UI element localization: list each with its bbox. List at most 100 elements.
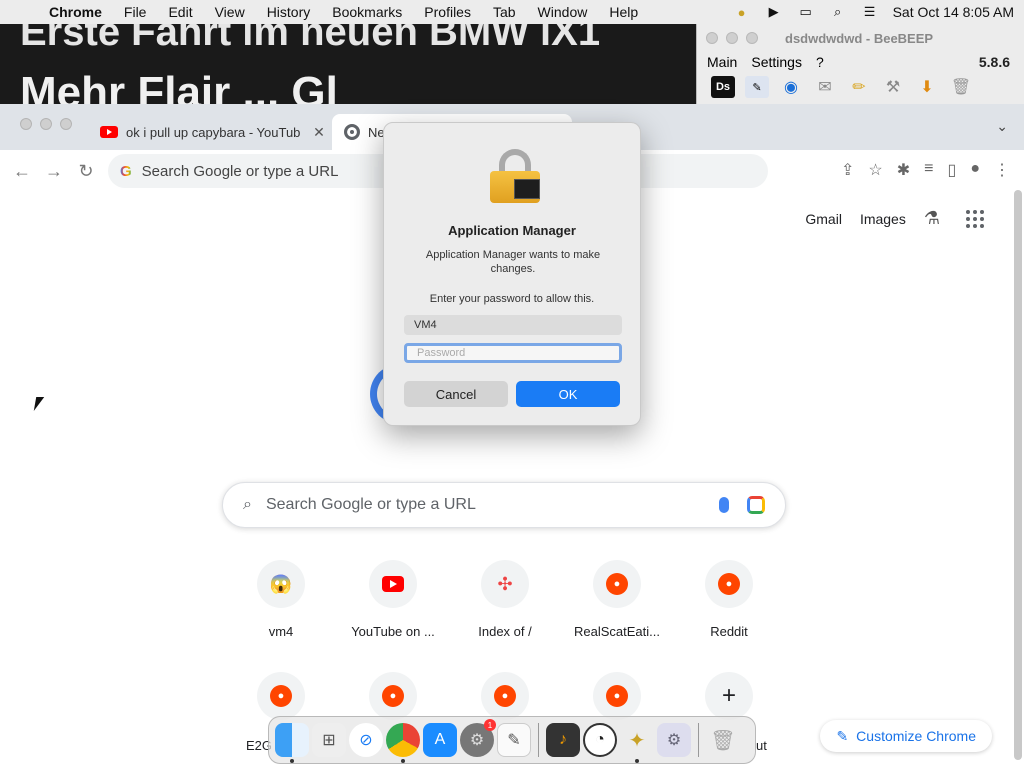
- menu-profiles[interactable]: Profiles: [413, 4, 482, 20]
- omnibox-placeholder: Search Google or type a URL: [141, 162, 339, 180]
- ntp-search-box[interactable]: ⌕ Search Google or type a URL: [222, 482, 786, 528]
- forward-button[interactable]: →: [38, 161, 70, 182]
- vm4-icon: 😱: [257, 560, 305, 608]
- zoom-window-button[interactable]: [746, 32, 758, 44]
- google-apps-icon[interactable]: [966, 209, 984, 228]
- shortcuts-row-2: ● ● ● ● +: [225, 672, 785, 720]
- shortcut-tile[interactable]: ●: [561, 672, 673, 720]
- shortcut-label: vm4: [268, 624, 294, 639]
- username-field[interactable]: VM4: [404, 315, 622, 335]
- tab-title: ok i pull up capybara - YouTub: [126, 124, 301, 140]
- beebeep-menu: Main Settings ? 5.8.6: [697, 52, 1024, 72]
- shortcut-tile[interactable]: ●: [337, 672, 449, 720]
- trash-icon[interactable]: 🗑: [949, 76, 973, 98]
- pencil-icon[interactable]: ✏: [847, 76, 871, 98]
- voice-search-icon[interactable]: [719, 497, 729, 513]
- lock-icon: [490, 149, 540, 205]
- beebeep-window: dsdwdwdwd - BeeBEEP Main Settings ? 5.8.…: [696, 24, 1024, 106]
- customize-chrome-button[interactable]: ✎ Customize Chrome: [820, 720, 992, 752]
- profile-avatar-icon[interactable]: ●: [970, 160, 980, 180]
- share-icon[interactable]: ⇪: [841, 160, 854, 180]
- guitar-icon[interactable]: ♪: [546, 723, 580, 757]
- beebeep-menu-main[interactable]: Main: [707, 54, 737, 70]
- download-icon[interactable]: ⬇: [915, 76, 939, 98]
- control-center-icon[interactable]: ☰: [861, 4, 879, 19]
- side-panel-icon[interactable]: ▯: [948, 160, 957, 180]
- beebeep-menu-help[interactable]: ?: [816, 54, 824, 70]
- reddit-icon: ●: [593, 672, 641, 720]
- cancel-button[interactable]: Cancel: [404, 381, 508, 407]
- beebeep-status-icon[interactable]: ●: [733, 5, 751, 20]
- finder-icon[interactable]: [275, 723, 309, 763]
- clock-icon[interactable]: ◔: [583, 723, 617, 757]
- more-menu-icon[interactable]: ⋮: [994, 160, 1010, 180]
- shortcut-tile[interactable]: ● RealScatEati...: [561, 560, 673, 639]
- tools-icon[interactable]: ⚒: [881, 76, 905, 98]
- network-icon[interactable]: ◉: [779, 76, 803, 98]
- system-settings-icon[interactable]: ⚙ 1: [460, 719, 496, 757]
- screen-mirroring-icon[interactable]: ▭: [797, 4, 815, 19]
- dock-separator: [538, 723, 539, 757]
- ds-icon[interactable]: Ds: [711, 76, 735, 98]
- ok-button[interactable]: OK: [516, 381, 620, 407]
- tab-search-chevron-icon[interactable]: ⌄: [996, 118, 1008, 135]
- textedit-icon[interactable]: ✎: [497, 723, 531, 757]
- password-field[interactable]: Password: [404, 343, 622, 363]
- shortcut-label: ut: [756, 738, 767, 753]
- chrome-icon[interactable]: [386, 723, 420, 763]
- pencil-icon: ✎: [836, 727, 849, 744]
- beebeep-menu-settings[interactable]: Settings: [751, 54, 802, 70]
- images-link[interactable]: Images: [860, 211, 906, 227]
- gmail-link[interactable]: Gmail: [805, 211, 842, 227]
- shortcut-tile[interactable]: 😱 vm4: [225, 560, 337, 639]
- zoom-window-button[interactable]: [60, 118, 72, 130]
- labs-flask-icon[interactable]: ⚗: [924, 208, 940, 229]
- youtube-icon: [369, 560, 417, 608]
- menu-tab[interactable]: Tab: [482, 4, 527, 20]
- back-button[interactable]: ←: [6, 161, 38, 182]
- trash-icon[interactable]: 🗑: [706, 723, 740, 757]
- minimize-window-button[interactable]: [726, 32, 738, 44]
- menu-history[interactable]: History: [256, 4, 322, 20]
- beebeep-toolbar: Ds ✎ ◉ ✉ ✏ ⚒ ⬇ 🗑: [697, 72, 1024, 102]
- menu-view[interactable]: View: [204, 4, 256, 20]
- dock: ⊞ ⊘ A ⚙ 1 ✎ ♪ ◔ ✦ ⚙ 🗑: [268, 716, 756, 764]
- menu-help[interactable]: Help: [598, 4, 649, 20]
- shortcut-tile[interactable]: ✣ Index of /: [449, 560, 561, 639]
- close-window-button[interactable]: [20, 118, 32, 130]
- menu-edit[interactable]: Edit: [157, 4, 203, 20]
- app-store-icon[interactable]: A: [423, 723, 457, 757]
- dialog-prompt: Enter your password to allow this.: [429, 293, 595, 305]
- safari-icon[interactable]: ⊘: [349, 723, 383, 757]
- play-icon[interactable]: ▶: [765, 4, 783, 19]
- beebeep-titlebar: dsdwdwdwd - BeeBEEP: [697, 24, 1024, 52]
- google-lens-icon[interactable]: [747, 496, 765, 514]
- reload-button[interactable]: ↻: [70, 161, 102, 182]
- close-tab-icon[interactable]: ✕: [310, 124, 328, 141]
- clock-datetime[interactable]: Sat Oct 14 8:05 AM: [893, 4, 1014, 20]
- dialog-title: Application Manager: [448, 223, 576, 238]
- launchpad-icon[interactable]: ⊞: [312, 723, 346, 757]
- shortcut-tile[interactable]: ●: [449, 672, 561, 720]
- menu-file[interactable]: File: [113, 4, 158, 20]
- shortcut-tile[interactable]: ●: [225, 672, 337, 720]
- beebeep-icon[interactable]: ✦: [620, 723, 654, 763]
- extensions-icon[interactable]: ✱: [897, 160, 910, 180]
- menu-app-name[interactable]: Chrome: [38, 4, 113, 20]
- add-shortcut-tile[interactable]: +: [673, 672, 785, 720]
- menu-bookmarks[interactable]: Bookmarks: [321, 4, 413, 20]
- menu-window[interactable]: Window: [527, 4, 599, 20]
- media-icon[interactable]: ≡: [924, 160, 933, 180]
- shortcut-tile[interactable]: YouTube on ...: [337, 560, 449, 639]
- shortcut-tile[interactable]: ● Reddit: [673, 560, 785, 639]
- tab-youtube[interactable]: ok i pull up capybara - YouTub ✕: [100, 114, 328, 150]
- minimize-window-button[interactable]: [40, 118, 52, 130]
- search-icon[interactable]: ⌕: [829, 4, 847, 19]
- edit-icon[interactable]: ✎: [745, 76, 769, 98]
- chrome-icon: [344, 124, 360, 140]
- page-scrollbar[interactable]: [1014, 190, 1022, 760]
- utility-icon[interactable]: ⚙: [657, 723, 691, 757]
- bookmark-star-icon[interactable]: ☆: [868, 160, 882, 180]
- close-window-button[interactable]: [706, 32, 718, 44]
- mail-icon[interactable]: ✉: [813, 76, 837, 98]
